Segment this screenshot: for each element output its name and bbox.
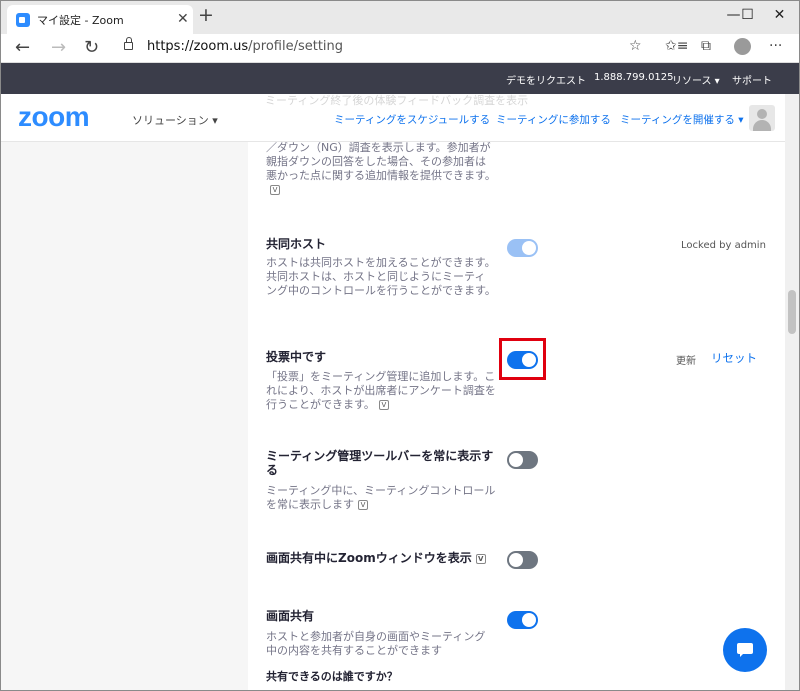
toggle-knob	[522, 241, 536, 255]
screen-share-description: ホストと参加者が自身の画面やミーティング中の内容を共有することができます	[266, 630, 486, 657]
chat-bubble-icon	[737, 643, 753, 657]
request-demo-link[interactable]: デモをリクエスト	[506, 72, 586, 87]
toolbar-toggle[interactable]	[507, 451, 538, 469]
video-icon: V	[475, 553, 486, 564]
zoom-logo[interactable]: zoom	[18, 101, 90, 133]
polling-description: 「投票」をミーティング管理に追加します。これにより、ホストが出席者にアンケート調…	[266, 370, 496, 412]
zoom-window-toggle[interactable]	[507, 551, 538, 569]
tab-title: マイ設定 - Zoom	[37, 14, 124, 27]
toggle-knob	[522, 613, 536, 627]
settings-content: ／ダウン（NG）調査を表示します。参加者が親指ダウンの回答をした場合、その参加者…	[1, 142, 785, 690]
feedback-description: ／ダウン（NG）調査を表示します。参加者が親指ダウンの回答をした場合、その参加者…	[266, 142, 496, 197]
video-icon: V	[358, 500, 368, 510]
zoom-window-title-text: 画面共有中にZoomウィンドウを表示	[266, 551, 472, 565]
address-bar: ← → ↻ https://zoom.us/profile/setting ☆ …	[1, 34, 799, 63]
resources-menu[interactable]: リソース ▾	[672, 72, 720, 87]
chat-button[interactable]	[723, 628, 767, 672]
toolbar-title: ミーティング管理ツールバーを常に表示する	[266, 449, 494, 477]
url-host: https://zoom.us	[147, 39, 249, 54]
cohost-toggle	[507, 239, 538, 257]
zoom-favicon-icon	[16, 13, 30, 27]
solutions-menu[interactable]: ソリューション ▾	[132, 112, 218, 128]
cohost-description: ホストは共同ホストを加えることができます。共同ホストは、ホストと同じようにミーテ…	[266, 256, 496, 297]
updated-label: 更新	[676, 356, 696, 367]
favorite-star-icon[interactable]: ☆	[629, 38, 642, 54]
new-tab-button[interactable]: +	[198, 4, 214, 26]
close-window-button[interactable]: ✕	[757, 3, 799, 31]
polling-title: 投票中です	[266, 350, 327, 364]
locked-by-admin-label: Locked by admin	[681, 240, 766, 251]
schedule-meeting-link[interactable]: ミーティングをスケジュールする	[334, 112, 490, 127]
toolbar-description: ミーティング中に、ミーティングコントロールを常に表示します V	[266, 484, 496, 512]
favorites-icon[interactable]: ✩≡	[665, 38, 688, 54]
reload-button[interactable]: ↻	[84, 37, 99, 58]
url-field[interactable]: https://zoom.us/profile/setting	[147, 39, 343, 54]
reset-link[interactable]: リセット	[711, 350, 757, 366]
profile-avatar-icon[interactable]	[734, 38, 751, 55]
forward-button[interactable]: →	[51, 37, 66, 58]
join-meeting-link[interactable]: ミーティングに参加する	[496, 112, 611, 127]
video-icon: V	[270, 185, 280, 195]
collections-icon[interactable]: ⧉	[701, 38, 711, 54]
back-button[interactable]: ←	[15, 37, 30, 58]
tab-bar: マイ設定 - Zoom ✕ + — ☐ ✕	[1, 1, 799, 34]
feedback-desc-text: ／ダウン（NG）調査を表示します。参加者が親指ダウンの回答をした場合、その参加者…	[266, 142, 496, 182]
browser-window: マイ設定 - Zoom ✕ + — ☐ ✕ ← → ↻ https://zoom…	[0, 0, 800, 691]
user-avatar[interactable]	[749, 105, 775, 131]
screen-share-title: 画面共有	[266, 609, 315, 623]
toggle-knob	[509, 453, 523, 467]
browser-tab[interactable]: マイ設定 - Zoom ✕	[7, 5, 193, 34]
who-can-share-label: 共有できるのは誰ですか？	[266, 670, 398, 683]
tab-close-icon[interactable]: ✕	[177, 11, 189, 27]
settings-panel: ／ダウン（NG）調査を表示します。参加者が親指ダウンの回答をした場合、その参加者…	[248, 142, 785, 690]
page-scrollbar[interactable]	[785, 94, 799, 690]
toggle-knob	[509, 553, 523, 567]
support-link[interactable]: サポート	[732, 72, 772, 87]
screen-share-toggle[interactable]	[507, 611, 538, 629]
url-path: /profile/setting	[248, 39, 344, 54]
top-strip: デモをリクエスト 1.888.799.0125 リソース ▾ サポート	[1, 63, 799, 94]
lock-icon[interactable]	[124, 37, 133, 50]
phone-number[interactable]: 1.888.799.0125	[594, 72, 674, 83]
site-header: ミーティング終了後の体験フィードバック調査を表示 zoom ソリューション ▾ …	[1, 94, 799, 142]
host-meeting-menu[interactable]: ミーティングを開催する ▾	[620, 112, 743, 127]
highlight-box	[499, 338, 546, 380]
toolbar-desc-text: ミーティング中に、ミーティングコントロールを常に表示します	[266, 484, 496, 511]
scrolled-ghost-text: ミーティング終了後の体験フィードバック調査を表示	[265, 94, 529, 107]
zoom-window-title: 画面共有中にZoomウィンドウを表示 V	[266, 551, 486, 565]
scrollbar-thumb[interactable]	[788, 290, 796, 334]
cohost-title: 共同ホスト	[266, 237, 327, 251]
video-icon: V	[378, 400, 389, 410]
more-menu-icon[interactable]: ···	[769, 38, 782, 54]
